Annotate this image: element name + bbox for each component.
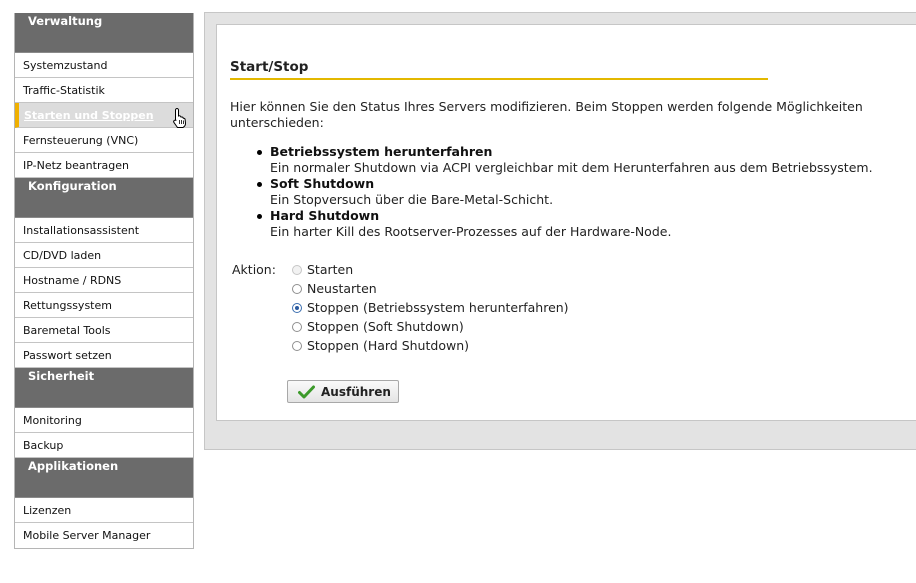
sidebar-item-systemzustand[interactable]: Systemzustand — [15, 53, 193, 78]
action-label: Aktion: — [232, 262, 276, 277]
radio-label[interactable]: Stoppen (Hard Shutdown) — [307, 336, 469, 355]
bullet-icon — [257, 182, 262, 187]
sidebar-item-passwort-setzen[interactable]: Passwort setzen — [15, 343, 193, 368]
main-panel: Start/Stop Hier können Sie den Status Ih… — [204, 12, 916, 450]
radio-label: Starten — [307, 262, 354, 277]
radio-option-neustarten[interactable]: Neustarten — [292, 279, 569, 298]
page-title: Start/Stop — [230, 59, 768, 80]
radio-label[interactable]: Stoppen (Soft Shutdown) — [307, 317, 464, 336]
bullet-icon — [257, 214, 262, 219]
sidebar-item-installationsassistent[interactable]: Installationsassistent — [15, 218, 193, 243]
radio-option-stoppen-hard[interactable]: Stoppen (Hard Shutdown) — [292, 336, 569, 355]
radio-option-starten: Starten — [292, 260, 569, 279]
radio-option-stoppen-soft[interactable]: Stoppen (Soft Shutdown) — [292, 317, 569, 336]
radio-neustarten[interactable] — [292, 283, 302, 294]
radio-label[interactable]: Neustarten — [307, 279, 377, 298]
sidebar-item-fernsteuerung[interactable]: Fernsteuerung (VNC) — [15, 128, 193, 153]
action-radio-group: Starten Neustarten Stoppen (Betriebssyst… — [292, 260, 569, 355]
content-box: Start/Stop Hier können Sie den Status Ih… — [216, 24, 916, 421]
run-button[interactable]: Ausführen — [287, 380, 399, 403]
section-header-verwaltung: Verwaltung — [15, 13, 193, 53]
radio-option-stoppen-os[interactable]: Stoppen (Betriebssystem herunterfahren) — [292, 298, 569, 317]
radio-stoppen-hard[interactable] — [292, 340, 302, 351]
sidebar-item-hostname-rdns[interactable]: Hostname / RDNS — [15, 268, 193, 293]
sidebar-item-rettungssystem[interactable]: Rettungssystem — [15, 293, 193, 318]
section-header-sicherheit: Sicherheit — [15, 368, 193, 408]
radio-label[interactable]: Stoppen (Betriebssystem herunterfahren) — [307, 298, 569, 317]
hand-pointer-icon — [173, 107, 187, 128]
sidebar-item-label: Starten und Stoppen — [24, 109, 154, 122]
section-header-konfiguration: Konfiguration — [15, 178, 193, 218]
sidebar-item-cd-dvd-laden[interactable]: CD/DVD laden — [15, 243, 193, 268]
bullet-icon — [257, 150, 262, 155]
bullet-description: Ein Stopversuch über die Bare-Metal-Schi… — [270, 192, 554, 207]
shutdown-types-list: Betriebssystem herunterfahren Ein normal… — [255, 144, 915, 240]
section-header-applikationen: Applikationen — [15, 458, 193, 498]
sidebar: Verwaltung Systemzustand Traffic-Statist… — [14, 13, 194, 549]
radio-stoppen-soft[interactable] — [292, 321, 302, 332]
checkmark-icon — [298, 385, 315, 398]
bullet-description: Ein harter Kill des Rootserver-Prozesses… — [270, 224, 672, 239]
list-item: Betriebssystem herunterfahren Ein normal… — [255, 144, 915, 176]
sidebar-item-lizenzen[interactable]: Lizenzen — [15, 498, 193, 523]
bullet-title: Betriebssystem herunterfahren — [270, 144, 493, 159]
sidebar-item-ip-netz[interactable]: IP-Netz beantragen — [15, 153, 193, 178]
sidebar-item-backup[interactable]: Backup — [15, 433, 193, 458]
bullet-title: Hard Shutdown — [270, 208, 380, 223]
bullet-description: Ein normaler Shutdown via ACPI vergleich… — [270, 160, 873, 175]
sidebar-item-starten-und-stoppen[interactable]: Starten und Stoppen — [15, 103, 193, 128]
sidebar-item-baremetal-tools[interactable]: Baremetal Tools — [15, 318, 193, 343]
list-item: Hard Shutdown Ein harter Kill des Rootse… — [255, 208, 915, 240]
sidebar-item-mobile-server-manager[interactable]: Mobile Server Manager — [15, 523, 193, 548]
intro-text: Hier können Sie den Status Ihres Servers… — [230, 99, 863, 130]
run-button-label: Ausführen — [321, 384, 391, 399]
bullet-title: Soft Shutdown — [270, 176, 375, 191]
radio-stoppen-os[interactable] — [292, 302, 302, 313]
sidebar-item-traffic-statistik[interactable]: Traffic-Statistik — [15, 78, 193, 103]
radio-starten — [292, 264, 302, 275]
list-item: Soft Shutdown Ein Stopversuch über die B… — [255, 176, 915, 208]
sidebar-item-monitoring[interactable]: Monitoring — [15, 408, 193, 433]
